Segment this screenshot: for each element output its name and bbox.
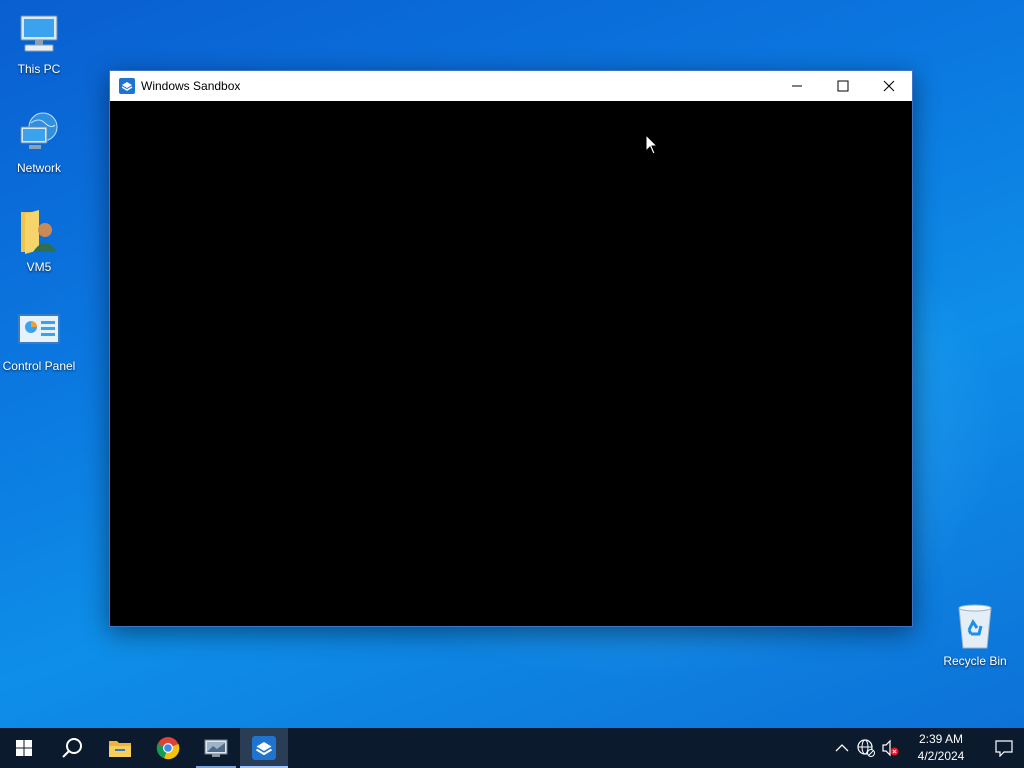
desktop-icon-control-panel[interactable]: Control Panel — [1, 307, 77, 374]
taskbar-remote-desktop[interactable] — [192, 728, 240, 768]
desktop-icon-recycle-bin[interactable]: Recycle Bin — [937, 602, 1013, 669]
search-icon — [62, 738, 82, 758]
network-tray-button[interactable] — [854, 728, 878, 768]
user-folder-icon — [21, 210, 57, 254]
desktop-icon-vm5[interactable]: VM5 — [1, 208, 77, 275]
computer-icon — [20, 15, 58, 52]
minimize-icon — [792, 85, 802, 87]
clock-time: 2:39 AM — [918, 732, 964, 746]
close-button[interactable] — [866, 71, 912, 101]
sandbox-icon — [119, 78, 135, 94]
start-button[interactable] — [0, 728, 48, 768]
windows-logo-icon — [16, 740, 32, 756]
desktop-icon-network[interactable]: Network — [1, 109, 77, 176]
desktop-icon-label: Recycle Bin — [943, 654, 1007, 668]
sandbox-icon — [252, 736, 276, 760]
taskbar-windows-sandbox[interactable] — [240, 728, 288, 768]
recycle-bin-icon — [958, 604, 992, 649]
clock-date: 4/2/2024 — [917, 749, 965, 763]
network-icon — [20, 112, 58, 149]
maximize-button[interactable] — [820, 71, 866, 101]
chrome-icon — [156, 737, 180, 760]
desktop-icon-this-pc[interactable]: This PC — [1, 10, 77, 77]
window-title: Windows Sandbox — [141, 79, 241, 93]
chevron-up-icon — [835, 744, 849, 752]
search-button[interactable] — [48, 728, 96, 768]
desktop-icon-label: Network — [16, 161, 61, 175]
volume-tray-button[interactable] — [878, 728, 902, 768]
sandbox-window[interactable]: Windows Sandbox — [109, 70, 913, 627]
notification-icon — [995, 740, 1013, 757]
taskbar-file-explorer[interactable] — [96, 728, 144, 768]
mouse-cursor-icon — [645, 134, 659, 155]
volume-muted-icon — [882, 739, 899, 757]
window-titlebar[interactable]: Windows Sandbox — [110, 71, 912, 101]
taskbar-chrome[interactable] — [144, 728, 192, 768]
desktop-icon-label: Control Panel — [2, 359, 76, 373]
taskbar: 2:39 AM 4/2/2024 — [0, 728, 1024, 768]
desktop-icon-label: VM5 — [26, 260, 52, 274]
action-center-button[interactable] — [984, 728, 1024, 768]
maximize-icon — [837, 80, 849, 92]
control-panel-icon — [18, 314, 60, 344]
remote-desktop-icon — [204, 739, 228, 757]
show-hidden-icons-button[interactable] — [830, 728, 854, 768]
network-globe-icon — [857, 739, 875, 757]
sandbox-content-area[interactable] — [110, 101, 912, 626]
clock[interactable]: 2:39 AM 4/2/2024 — [906, 731, 976, 765]
minimize-button[interactable] — [774, 71, 820, 101]
desktop-icon-label: This PC — [17, 62, 61, 76]
folder-icon — [109, 741, 131, 757]
system-tray: 2:39 AM 4/2/2024 — [830, 728, 1024, 768]
close-icon — [883, 80, 895, 92]
